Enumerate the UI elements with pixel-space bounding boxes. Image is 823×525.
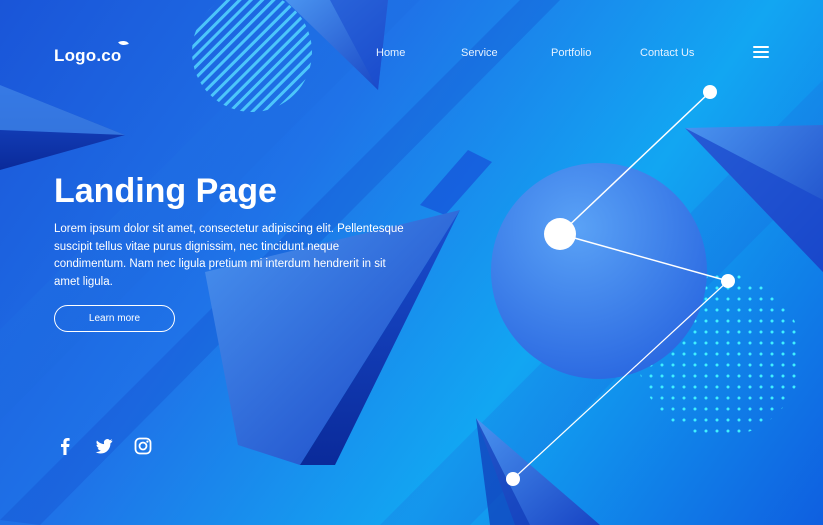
nav-item-portfolio[interactable]: Portfolio <box>551 47 591 59</box>
node-dot <box>506 472 520 486</box>
page-title: Landing Page <box>54 172 277 210</box>
twitter-icon[interactable] <box>94 436 114 456</box>
instagram-icon[interactable] <box>133 436 153 456</box>
nav-item-service[interactable]: Service <box>461 47 498 59</box>
node-dot <box>544 218 576 250</box>
small-bar <box>420 150 492 215</box>
nav-item-home[interactable]: Home <box>376 47 405 59</box>
landing-page: Logo.co Home Service Portfolio Contact U… <box>0 0 823 525</box>
hero-description: Lorem ipsum dolor sit amet, consectetur … <box>54 223 404 288</box>
facebook-icon[interactable] <box>55 436 75 456</box>
learn-more-button[interactable]: Learn more <box>54 305 175 332</box>
main-nav: Home Service Portfolio Contact Us <box>0 47 823 63</box>
left-pyramid-face <box>0 85 125 135</box>
large-sphere <box>491 163 707 379</box>
node-dot <box>703 85 717 99</box>
nav-item-contact-us[interactable]: Contact Us <box>640 47 694 59</box>
node-dot <box>721 274 735 288</box>
hamburger-menu-icon[interactable] <box>753 46 769 59</box>
